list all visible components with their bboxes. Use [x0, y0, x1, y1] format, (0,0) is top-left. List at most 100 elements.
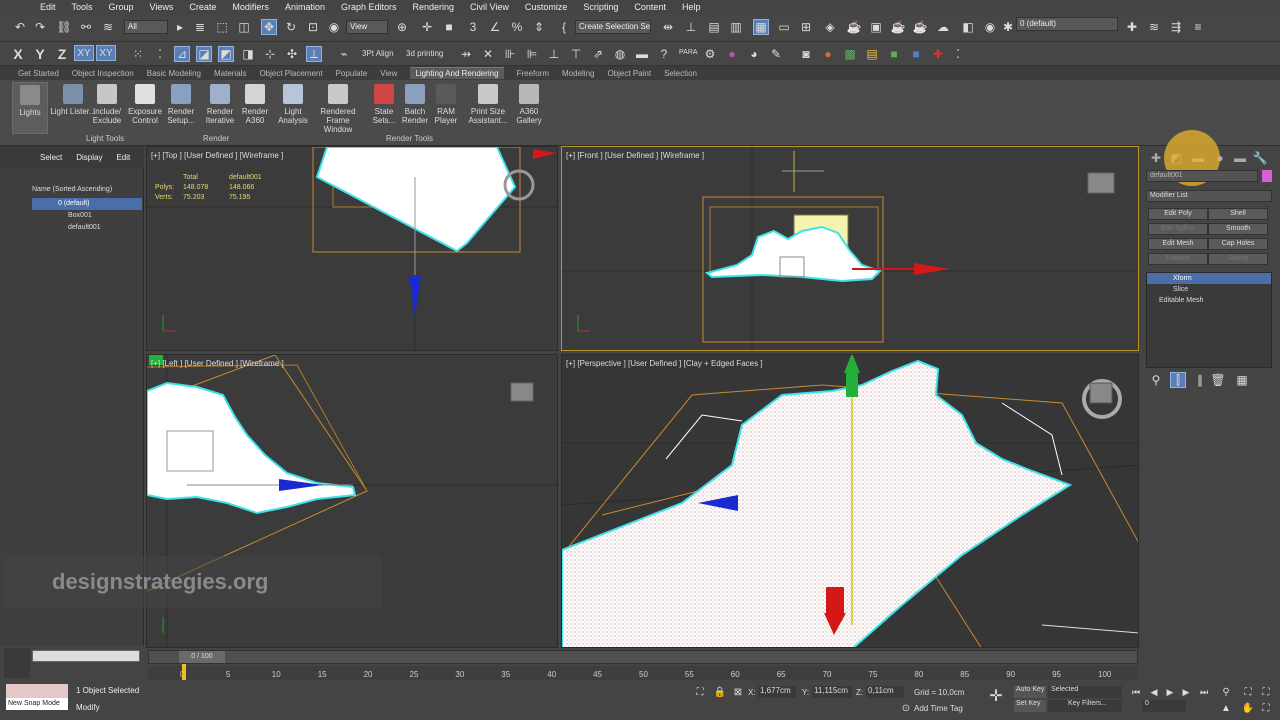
leaf-icon[interactable]: ■ — [886, 46, 902, 62]
snap-vertex-icon[interactable]: ⁚ — [152, 46, 168, 62]
snap-edge-icon[interactable]: ◩ — [218, 46, 234, 62]
snap-mode-field[interactable]: New Snap Mode — [6, 698, 68, 710]
spacing-tool-icon[interactable]: ⊪ — [502, 46, 518, 62]
maximize-viewport-icon[interactable]: ⛶ — [1258, 700, 1274, 716]
remove-modifier-icon[interactable]: 🗑 — [1210, 372, 1226, 388]
select-rotate-icon[interactable]: ↻ — [283, 19, 299, 35]
help-icon[interactable]: ? — [656, 46, 672, 62]
modifier-stack-item[interactable]: Editable Mesh — [1147, 295, 1271, 306]
water-icon[interactable]: ■ — [908, 46, 924, 62]
snap-face-icon[interactable]: ◨ — [240, 46, 256, 62]
menu-group[interactable]: Group — [109, 2, 134, 12]
window-crossing-icon[interactable]: ◫ — [236, 19, 252, 35]
pivot-center-icon[interactable]: ⊕ — [394, 19, 410, 35]
percent-snap-icon[interactable]: % — [509, 19, 525, 35]
render-production-icon[interactable]: ☕ — [890, 19, 906, 35]
menu-views[interactable]: Views — [150, 2, 174, 12]
render-iterative-icon[interactable]: ☕ — [912, 19, 928, 35]
snap-grid-icon[interactable]: ⁙ — [130, 46, 146, 62]
modifier-button-smooth[interactable]: Smooth — [1208, 223, 1268, 235]
mini-listener-icon[interactable] — [4, 648, 30, 678]
ribbon-tab-basic-modeling[interactable]: Basic Modeling — [147, 69, 201, 78]
add-time-tag-button[interactable]: Add Time Tag — [914, 704, 963, 713]
scene-list-item[interactable]: Box001 — [32, 210, 142, 222]
select-place-icon[interactable]: ◉ — [326, 19, 342, 35]
create-panel-icon[interactable]: ✚ — [1148, 150, 1164, 166]
snap-midpoint-icon[interactable]: ◪ — [196, 46, 212, 62]
sun-icon[interactable]: ▤ — [864, 46, 880, 62]
unlink-icon[interactable]: ⚯ — [78, 19, 94, 35]
menu-content[interactable]: Content — [634, 2, 666, 12]
orbit-icon[interactable]: ✋ — [1240, 700, 1256, 716]
bind-spacewarp-icon[interactable]: ≋ — [100, 19, 116, 35]
menu-modifiers[interactable]: Modifiers — [232, 2, 269, 12]
ribbon-button-render-a360[interactable]: Render A360 — [236, 82, 274, 132]
viewport-top[interactable]: [+] [Top ] [User Defined ] [Wireframe ] … — [146, 146, 558, 351]
camera-icon[interactable]: ◙ — [798, 46, 814, 62]
menu-scripting[interactable]: Scripting — [583, 2, 618, 12]
lights-button[interactable]: Lights — [12, 82, 48, 134]
material-editor-icon[interactable]: ◈ — [822, 19, 838, 35]
axis-x-button[interactable]: X — [10, 46, 26, 62]
axis-y-button[interactable]: Y — [32, 46, 48, 62]
select-object-icon[interactable]: ▸ — [172, 19, 188, 35]
align-camera-icon[interactable]: ◍ — [612, 46, 628, 62]
menu-rendering[interactable]: Rendering — [413, 2, 455, 12]
ribbon-tab-modeling[interactable]: Modeling — [562, 69, 594, 78]
viewport-front[interactable]: [+] [Front ] [User Defined ] [Wireframe … — [561, 146, 1139, 351]
previous-frame-icon[interactable]: ◀ — [1146, 684, 1162, 700]
modifier-button-shell[interactable]: Shell — [1208, 208, 1268, 220]
scene-tab-select[interactable]: Select — [40, 153, 62, 162]
render-ball-icon[interactable]: ● — [820, 46, 836, 62]
snap-endpoint-icon[interactable]: ⊿ — [174, 46, 190, 62]
object-name-field[interactable]: default001 — [1146, 170, 1258, 182]
align-icon[interactable]: ⊥ — [683, 19, 699, 35]
settings-gear-icon[interactable]: ⚙ — [702, 46, 718, 62]
scene-list-item[interactable]: 0 (default) — [32, 198, 142, 210]
modifier-button-edit-spline[interactable]: Edit Spline — [1148, 223, 1208, 235]
named-selection-set-dropdown[interactable]: Create Selection Se — [575, 20, 651, 34]
scene-explorer-scrollbar[interactable] — [32, 650, 140, 662]
next-frame-icon[interactable]: ▶ — [1178, 684, 1194, 700]
transform-tool-icon[interactable]: ⇸ — [458, 46, 474, 62]
three-point-align-label[interactable]: 3Pt Align — [362, 49, 394, 58]
rendered-frame-icon[interactable]: ▣ — [868, 19, 884, 35]
normal-align-icon[interactable]: ⊤ — [568, 46, 584, 62]
dropper-icon[interactable]: ✎ — [768, 46, 784, 62]
add-to-layer-icon[interactable]: ⇶ — [1168, 19, 1184, 35]
undo-icon[interactable]: ↶ — [12, 19, 28, 35]
snap-bbox-icon[interactable]: ✣ — [284, 46, 300, 62]
current-frame-field[interactable]: 0 — [1142, 700, 1186, 712]
ribbon-tab-freeform[interactable]: Freeform — [517, 69, 549, 78]
z-coordinate-field[interactable]: 0,11cm — [866, 686, 904, 698]
selection-region-icon[interactable]: ⬚ — [214, 19, 230, 35]
para-label[interactable]: PARA — [679, 49, 698, 56]
time-cursor[interactable] — [182, 664, 186, 680]
ribbon-tab-object-inspection[interactable]: Object Inspection — [72, 69, 134, 78]
display-panel-icon[interactable]: ▬ — [1232, 150, 1248, 166]
layer-manager-icon[interactable]: ◧ — [960, 19, 976, 35]
ribbon-button-ram-player[interactable]: RAM Player — [427, 82, 465, 132]
selection-lock-icon[interactable]: 🔒 — [712, 684, 728, 700]
scene-list-item[interactable]: default001 — [32, 222, 142, 234]
snap-perp-icon[interactable]: ⟂ — [306, 46, 322, 62]
menu-help[interactable]: Help — [682, 2, 701, 12]
modifier-list-dropdown[interactable]: Modifier List — [1146, 190, 1272, 202]
toggle-layer-explorer-icon[interactable]: ▥ — [728, 19, 744, 35]
modifier-stack-item[interactable]: Slice — [1147, 284, 1271, 295]
select-move-icon[interactable]: ✥ — [261, 19, 277, 35]
utilities-panel-icon[interactable]: 🔧 — [1252, 150, 1268, 166]
axis-xy-cycle-button[interactable]: XY — [96, 45, 116, 61]
curve-editor-icon[interactable]: ▭ — [776, 19, 792, 35]
track-bar[interactable]: 0510152025303540455055606570758085909510… — [148, 666, 1138, 680]
layer-stack-icon[interactable]: ≋ — [1146, 19, 1162, 35]
ribbon-button-rendered-frame-window[interactable]: Rendered Frame Window — [314, 82, 362, 134]
auto-key-button[interactable]: Auto Key — [1014, 686, 1046, 698]
link-icon[interactable]: ⛓ — [56, 19, 72, 35]
selection-filter-dropdown[interactable]: All — [124, 20, 168, 34]
reference-coordinate-dropdown[interactable]: View — [346, 20, 388, 34]
time-slider[interactable]: 0 / 100 — [148, 650, 1138, 664]
snaps-toggle-icon[interactable]: 3 — [465, 19, 481, 35]
menu-civil-view[interactable]: Civil View — [470, 2, 509, 12]
color-wheel-icon[interactable]: ◕ — [746, 46, 762, 62]
